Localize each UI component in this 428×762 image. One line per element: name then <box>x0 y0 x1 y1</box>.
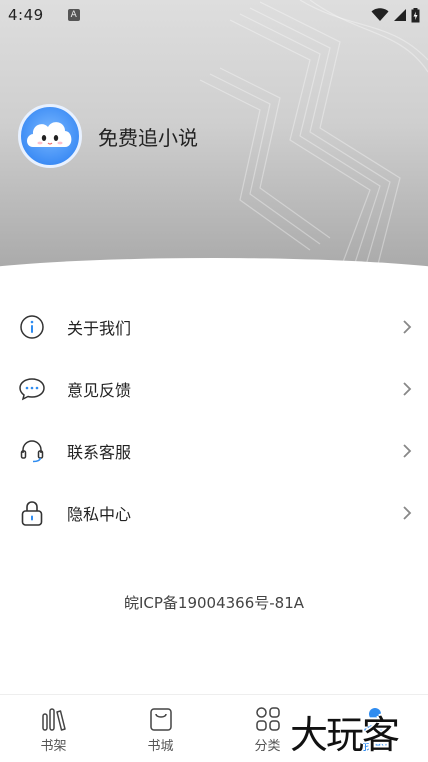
username: 免费追小说 <box>98 125 198 150</box>
chevron-right-icon <box>403 382 412 396</box>
menu-item-privacy-center[interactable]: 隐私中心 <box>0 482 428 544</box>
bag-icon <box>149 707 172 731</box>
status-icons <box>371 7 420 23</box>
avatar[interactable] <box>18 104 82 168</box>
tab-label-bookstore: 书城 <box>147 738 174 754</box>
info-icon <box>18 313 46 341</box>
tab-category[interactable]: 分类 <box>214 695 321 762</box>
status-time: 4:49 <box>8 6 44 24</box>
chat-bubble-icon <box>18 375 46 403</box>
tab-mine[interactable]: 我的 <box>321 695 428 762</box>
icp-license-text: 皖ICP备19004366号-81A <box>123 594 305 612</box>
wifi-icon <box>371 8 389 21</box>
menu-item-about-us[interactable]: 关于我们 <box>0 296 428 358</box>
tab-bookstore[interactable]: 书城 <box>107 695 214 762</box>
chevron-right-icon <box>403 444 412 458</box>
tab-label-bookshelf: 书架 <box>40 738 67 754</box>
tab-label-mine: 我的 <box>361 738 388 754</box>
tab-bookshelf[interactable]: 书架 <box>0 695 107 762</box>
status-bar: 4:49 A <box>0 0 428 30</box>
battery-icon <box>411 7 420 22</box>
menu-label-about-us: 关于我们 <box>67 319 132 338</box>
menu-item-customer-service[interactable]: 联系客服 <box>0 420 428 482</box>
profile-section[interactable]: 免费追小说 <box>18 104 198 168</box>
tab-label-category: 分类 <box>254 738 281 754</box>
grid-icon <box>255 706 280 731</box>
notification-a-icon: A <box>67 9 80 21</box>
chevron-right-icon <box>403 506 412 520</box>
bookshelf-icon <box>41 707 66 731</box>
lock-icon <box>18 499 46 527</box>
signal-icon <box>394 9 406 21</box>
cloud-mascot-icon <box>27 122 72 147</box>
bottom-tab-bar: 书架 书城 分类 我的 <box>0 694 428 762</box>
menu-label-privacy-center: 隐私中心 <box>67 505 132 524</box>
settings-menu: 关于我们 意见反馈 联系客服 隐私中心 <box>0 296 428 544</box>
chevron-right-icon <box>403 320 412 334</box>
user-icon <box>363 707 386 731</box>
decorative-pattern <box>199 0 428 272</box>
headset-icon <box>18 437 46 465</box>
menu-label-customer-service: 联系客服 <box>67 443 132 462</box>
menu-item-feedback[interactable]: 意见反馈 <box>0 358 428 420</box>
menu-label-feedback: 意见反馈 <box>67 381 132 400</box>
